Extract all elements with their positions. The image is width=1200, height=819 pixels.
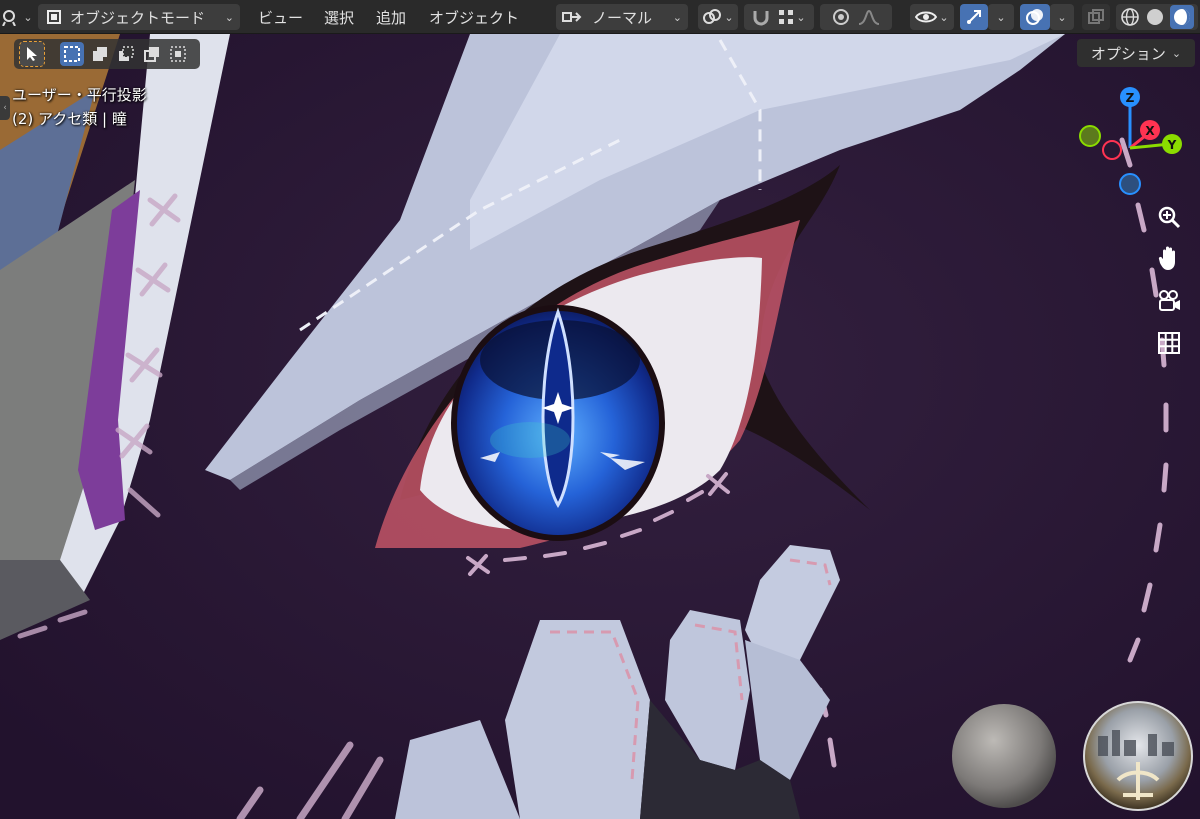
view3d-icon: [1, 8, 23, 26]
lookdev-spheres: [952, 701, 1193, 811]
matcap-sphere[interactable]: [952, 704, 1056, 808]
overlay-icon: [1025, 7, 1045, 27]
select-tool-button[interactable]: [19, 41, 45, 67]
overlays-dropdown[interactable]: ⌄: [1050, 4, 1074, 30]
toggle-perspective-button[interactable]: [1152, 326, 1186, 360]
chevron-down-icon: ⌄: [724, 10, 734, 24]
select-invert-icon: [143, 45, 161, 63]
chevron-down-icon: ⌄: [996, 10, 1006, 24]
menu-select[interactable]: 選択: [324, 6, 354, 28]
magnify-plus-icon: [1157, 205, 1181, 229]
xray-icon: [1087, 8, 1105, 26]
axis-y-label: Y: [1167, 138, 1177, 152]
axis-z-negative[interactable]: [1119, 173, 1141, 195]
mode-dropdown[interactable]: オブジェクトモード ⌄: [38, 4, 240, 30]
selectability-visibility-button[interactable]: ⌄: [910, 4, 954, 30]
iris-glow: [490, 422, 570, 458]
gizmo-dropdown[interactable]: ⌄: [988, 4, 1014, 30]
solid-shading-icon[interactable]: [1145, 7, 1165, 27]
pan-button[interactable]: [1152, 241, 1186, 275]
proportional-icon: [832, 8, 850, 26]
orientation-icon: [562, 9, 582, 25]
material-preview-icon[interactable]: [1169, 5, 1194, 29]
select-new-icon: [63, 45, 81, 63]
falloff-curve-icon: [858, 9, 880, 25]
options-button[interactable]: オプション ⌄: [1077, 39, 1195, 67]
pivot-point-button[interactable]: ⌄: [698, 4, 738, 30]
navigation-gizmo[interactable]: Z X Y: [1070, 80, 1200, 210]
camera-view-button[interactable]: [1152, 284, 1186, 318]
select-subtract-icon: [117, 45, 135, 63]
select-tool-row: [14, 39, 200, 69]
options-label: オプション: [1090, 44, 1166, 63]
xray-toggle-button[interactable]: [1082, 4, 1110, 30]
select-extend-icon: [91, 45, 109, 63]
axis-z-label: Z: [1126, 91, 1135, 105]
snap-grid-icon: [778, 9, 794, 25]
grid-icon: [1158, 332, 1180, 354]
select-extend-button[interactable]: [88, 42, 112, 66]
cursor-arrow-icon: [25, 46, 39, 62]
menu-view[interactable]: ビュー: [258, 6, 303, 28]
object-mode-icon: [46, 9, 62, 25]
viewport-header: ⌄ オブジェクトモード ⌄ ビュー 選択 追加 オブジェクト ノーマル ⌄ ⌄: [0, 0, 1200, 34]
gizmo-toggle-button[interactable]: [960, 4, 988, 30]
camera-icon: [1156, 289, 1182, 313]
chevron-down-icon: ⌄: [796, 10, 806, 24]
select-intersect-icon: [169, 45, 187, 63]
proportional-editing-button[interactable]: [820, 4, 892, 30]
chevron-down-icon: ⌄: [1171, 46, 1182, 60]
chevron-down-icon: ⌄: [224, 10, 234, 24]
hand-icon: [1157, 245, 1181, 271]
zoom-button[interactable]: [1152, 200, 1186, 234]
eye-icon: [915, 9, 938, 25]
axis-x-label: X: [1145, 124, 1155, 138]
gizmo-icon: [965, 8, 983, 26]
chevron-down-icon: ⌄: [1057, 10, 1067, 24]
transform-orientation-dropdown[interactable]: ノーマル ⌄: [556, 4, 688, 30]
magnet-icon: [752, 8, 770, 26]
menu-object[interactable]: オブジェクト: [429, 6, 519, 28]
mode-label: オブジェクトモード: [70, 8, 206, 27]
chevron-down-icon: ⌄: [672, 10, 682, 24]
chevron-down-icon: ⌄: [939, 10, 949, 24]
viewport-scene[interactable]: [0, 0, 1200, 819]
toolbar-toggle-tab[interactable]: ‹: [0, 96, 10, 120]
snap-button[interactable]: ⌄: [744, 4, 814, 30]
axis-y-negative[interactable]: [1079, 125, 1101, 147]
select-difference-button[interactable]: [140, 42, 164, 66]
select-intersect-button[interactable]: [166, 42, 190, 66]
menu-add[interactable]: 追加: [376, 6, 406, 28]
axis-x-negative[interactable]: [1102, 140, 1122, 160]
wireframe-shading-icon[interactable]: [1120, 7, 1140, 27]
select-new-button[interactable]: [60, 42, 84, 66]
chevron-down-icon: ⌄: [23, 10, 33, 24]
object-info-label: (2) アクセ類 | 瞳: [12, 110, 127, 128]
editor-type-button[interactable]: ⌄: [1, 4, 33, 30]
link-icon: [702, 8, 722, 26]
shading-mode-group: [1116, 4, 1198, 30]
select-subtract-button[interactable]: [114, 42, 138, 66]
overlays-toggle-button[interactable]: [1020, 4, 1050, 30]
view-name-label: ユーザー・平行投影: [12, 86, 147, 104]
orientation-label: ノーマル: [592, 8, 653, 27]
